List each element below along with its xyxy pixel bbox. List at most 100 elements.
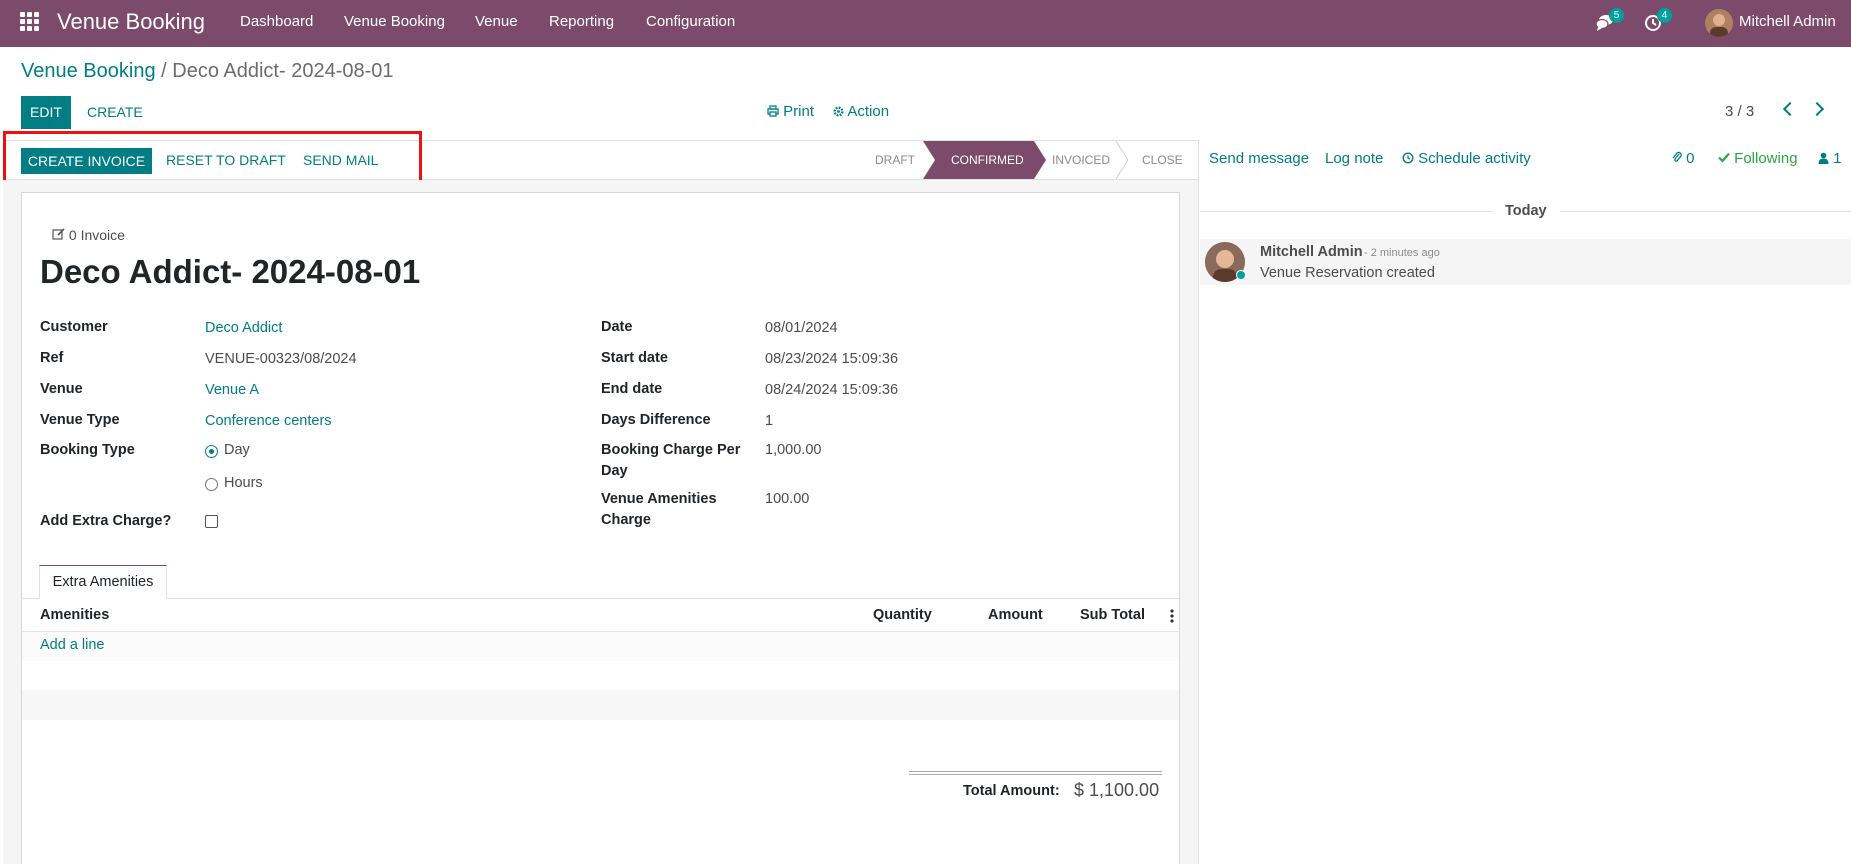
start-date-label: Start date (601, 350, 668, 366)
booking-type-day-radio[interactable] (205, 445, 218, 458)
end-date-label: End date (601, 381, 663, 397)
message-author[interactable]: Mitchell Admin (1260, 244, 1363, 260)
menu-venue-booking[interactable]: Venue Booking (344, 13, 445, 30)
followers-button[interactable]: 1 (1818, 150, 1842, 167)
booking-type-label: Booking Type (40, 442, 135, 458)
days-difference-label: Days Difference (601, 412, 711, 428)
app-brand[interactable]: Venue Booking (57, 9, 205, 35)
invoice-count: 0 Invoice (68, 227, 125, 243)
messages-button[interactable]: 5 (1595, 8, 1624, 36)
column-amenities[interactable]: Amenities (40, 607, 109, 623)
online-status-icon (1236, 270, 1246, 280)
stage-confirmed[interactable]: CONFIRMED (923, 141, 1034, 179)
amenities-charge-label-line1: Venue Amenities (601, 491, 717, 507)
invoice-smart-button[interactable]: 0 Invoice (52, 227, 125, 243)
start-date-field: 08/23/2024 15:09:36 (765, 351, 899, 367)
send-message-button[interactable]: Send message (1209, 150, 1309, 167)
breadcrumb-parent[interactable]: Venue Booking (21, 60, 156, 82)
menu-reporting[interactable]: Reporting (549, 13, 614, 30)
booking-charge-field: 1,000.00 (765, 442, 822, 458)
stage-close[interactable]: CLOSE (1142, 141, 1183, 179)
action-label: Action (847, 103, 890, 120)
user-icon (1818, 152, 1829, 164)
menu-venue[interactable]: Venue (475, 13, 518, 30)
action-button[interactable]: Action (833, 103, 889, 120)
message-time: - 2 minutes ago (1364, 247, 1440, 259)
customer-field[interactable]: Deco Addict (205, 320, 282, 336)
clock-icon (1402, 152, 1414, 164)
booking-charge-label-line1: Booking Charge Per (601, 442, 741, 458)
table-row-add (22, 632, 1179, 661)
date-label: Date (601, 319, 633, 335)
extra-charge-checkbox[interactable] (205, 515, 218, 528)
extra-charge-label: Add Extra Charge? (40, 513, 172, 529)
date-field: 08/01/2024 (765, 320, 838, 336)
end-date-field: 08/24/2024 15:09:36 (765, 382, 899, 398)
venue-label: Venue (40, 381, 83, 397)
table-row-empty (22, 690, 1179, 720)
print-button[interactable]: Print (767, 103, 814, 120)
chatter-divider (1198, 140, 1199, 864)
column-amount[interactable]: Amount (988, 607, 1043, 623)
today-line-left (1200, 211, 1493, 212)
create-button[interactable]: CREATE (87, 104, 143, 120)
schedule-activity-label: Schedule activity (1418, 150, 1531, 167)
gear-icon (833, 106, 844, 117)
breadcrumb-separator: / (161, 60, 167, 82)
booking-type-day-label: Day (224, 442, 250, 458)
venue-field[interactable]: Venue A (205, 382, 259, 398)
form-sheet: 0 Invoice Deco Addict- 2024-08-01 Custom… (21, 192, 1180, 864)
attachments-count: 0 (1686, 150, 1695, 167)
total-amount-value: $ 1,100.00 (1074, 780, 1160, 800)
stage-draft[interactable]: DRAFT (875, 141, 915, 179)
messages-badge: 5 (1609, 8, 1624, 23)
print-label: Print (783, 103, 815, 120)
log-note-button[interactable]: Log note (1325, 150, 1383, 167)
days-difference-field: 1 (765, 413, 774, 429)
user-avatar[interactable] (1705, 9, 1733, 37)
user-menu[interactable]: Mitchell Admin (1739, 13, 1836, 30)
paperclip-icon (1672, 151, 1682, 162)
stage-arrow-right (1034, 141, 1046, 179)
apps-menu-icon[interactable] (20, 12, 40, 32)
stage-arrow-left (923, 141, 935, 179)
customer-label: Customer (40, 319, 108, 335)
activities-button[interactable]: 4 (1643, 8, 1672, 36)
pager-previous-icon[interactable] (1782, 101, 1798, 117)
message-body: Venue Reservation created (1260, 265, 1435, 281)
total-amount-label: Total Amount: (963, 783, 1060, 799)
venue-type-field[interactable]: Conference centers (205, 413, 332, 429)
edit-square-icon (52, 228, 65, 240)
ref-label: Ref (40, 350, 64, 366)
venue-type-label: Venue Type (40, 412, 120, 428)
printer-icon (767, 105, 779, 117)
attachments-button[interactable]: 0 (1672, 150, 1695, 167)
breadcrumb: Venue Booking / Deco Addict- 2024-08-01 (21, 60, 394, 83)
menu-dashboard[interactable]: Dashboard (240, 13, 313, 30)
following-label: Following (1734, 150, 1798, 167)
booking-type-hours-radio[interactable] (205, 478, 218, 491)
optional-columns-icon[interactable] (1170, 609, 1174, 623)
pager-next-icon[interactable] (1809, 101, 1825, 117)
today-separator: Today (1505, 203, 1547, 219)
menu-configuration[interactable]: Configuration (646, 13, 735, 30)
add-line-link[interactable]: Add a line (40, 637, 105, 653)
booking-charge-label-line2: Day (601, 463, 628, 479)
activities-badge: 4 (1657, 8, 1672, 23)
booking-type-hours-label: Hours (224, 475, 263, 491)
amenities-charge-label-line2: Charge (601, 512, 651, 528)
top-navbar: Venue Booking Dashboard Venue Booking Ve… (0, 0, 1851, 47)
edit-button[interactable]: EDIT (21, 96, 71, 129)
breadcrumb-current: Deco Addict- 2024-08-01 (172, 60, 394, 82)
ref-field: VENUE-00323/08/2024 (205, 351, 357, 367)
column-quantity[interactable]: Quantity (873, 607, 932, 623)
amenities-charge-field: 100.00 (765, 491, 810, 507)
tab-extra-amenities[interactable]: Extra Amenities (39, 565, 167, 599)
followers-count: 1 (1833, 150, 1842, 167)
stage-invoiced[interactable]: INVOICED (1052, 141, 1110, 179)
column-subtotal[interactable]: Sub Total (1080, 607, 1145, 623)
following-button[interactable]: Following (1718, 150, 1798, 167)
pager-value[interactable]: 3 / 3 (1725, 103, 1754, 120)
today-line-right (1560, 211, 1851, 212)
schedule-activity-button[interactable]: Schedule activity (1402, 150, 1531, 167)
